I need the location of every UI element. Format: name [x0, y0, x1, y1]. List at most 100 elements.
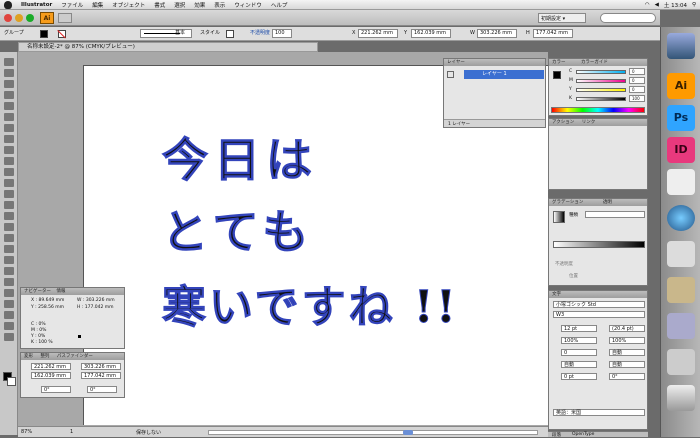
scrollbar-thumb[interactable] — [403, 430, 413, 435]
graph-tool-icon[interactable] — [4, 234, 14, 242]
w-field[interactable]: 303.226 mm — [477, 29, 517, 38]
font-style-dropdown[interactable]: W3 — [553, 311, 645, 318]
eraser-tool-icon[interactable] — [4, 168, 14, 176]
yellow-slider[interactable] — [576, 88, 626, 92]
close-window-button[interactable] — [4, 14, 12, 22]
color-fill-swatch[interactable] — [553, 71, 561, 79]
layers-panel-tab[interactable]: レイヤー — [444, 59, 545, 66]
indesign-dock-icon[interactable]: ID — [667, 137, 695, 163]
x-field[interactable]: 221.262 mm — [358, 29, 398, 38]
kerning-field[interactable]: 自動 — [609, 349, 645, 356]
character-panel-tab[interactable]: 文字 — [549, 291, 647, 298]
graphic-style-swatch[interactable] — [226, 30, 234, 38]
font-size-field[interactable]: 12 pt — [561, 325, 597, 332]
bridge-button[interactable] — [58, 13, 72, 23]
paragraph-tab[interactable]: 段落 — [552, 432, 561, 438]
transform-x-field[interactable]: 221.262 mm — [31, 363, 71, 370]
actions-tab[interactable]: アクション — [552, 120, 574, 125]
wifi-icon[interactable]: ◠ — [645, 2, 650, 8]
cyan-slider[interactable] — [576, 70, 626, 74]
photoshop-dock-icon[interactable]: Ps — [667, 105, 695, 131]
transparency-tab[interactable]: 透明 — [603, 200, 612, 205]
zoom-tool-icon[interactable] — [4, 333, 14, 341]
rectangle-tool-icon[interactable] — [4, 124, 14, 132]
color-guide-tab[interactable]: カラーガイド — [581, 60, 608, 65]
slice-tool-icon[interactable] — [4, 311, 14, 319]
zoom-level[interactable]: 87% — [21, 429, 32, 435]
free-transform-tool-icon[interactable] — [4, 212, 14, 220]
horizontal-scale-field[interactable]: 100% — [561, 337, 597, 344]
mail-icon[interactable] — [667, 241, 695, 267]
pen-tool-icon[interactable] — [4, 91, 14, 99]
language-dropdown[interactable]: 英語：米国 — [553, 409, 645, 416]
minimize-window-button[interactable] — [15, 14, 23, 22]
acrobat-icon[interactable] — [667, 169, 695, 195]
transform-w-field[interactable]: 303.226 mm — [81, 363, 121, 370]
zoom-window-button[interactable] — [26, 14, 34, 22]
opentype-tab[interactable]: OpenType — [572, 432, 594, 437]
gradient-type-dropdown[interactable] — [585, 211, 645, 218]
blob-brush-tool-icon[interactable] — [4, 157, 14, 165]
fill-swatch[interactable] — [40, 30, 48, 38]
links-tab[interactable]: リンク — [582, 120, 596, 125]
warp-tool-icon[interactable] — [4, 201, 14, 209]
magenta-slider[interactable] — [576, 79, 626, 83]
vertical-scale-field[interactable]: 100% — [609, 337, 645, 344]
artboard-number[interactable]: 1 — [70, 429, 73, 435]
menu-edit[interactable]: 編集 — [92, 1, 103, 9]
pencil-tool-icon[interactable] — [4, 146, 14, 154]
live-paint-tool-icon[interactable] — [4, 289, 14, 297]
gradient-tab[interactable]: グラデーション — [552, 200, 583, 205]
layer-row[interactable]: レイヤー 1 — [464, 70, 544, 79]
opacity-label[interactable]: 不透明度 — [250, 29, 270, 38]
menu-app[interactable]: Illustrator — [21, 2, 52, 8]
workspace-switcher[interactable]: 初期設定 ▾ — [538, 13, 586, 23]
y-field[interactable]: 162.039 mm — [411, 29, 451, 38]
cyan-field[interactable]: 0 — [629, 68, 645, 75]
spotlight-icon[interactable]: ⚲ — [692, 2, 696, 8]
aki-field[interactable]: 自動 — [609, 361, 645, 368]
tracking-field[interactable]: 0 — [561, 349, 597, 356]
font-family-dropdown[interactable]: 小塚ゴシック Std — [553, 301, 645, 308]
finder-icon[interactable] — [667, 33, 695, 59]
menu-help[interactable]: ヘルプ — [271, 1, 288, 9]
info-tab[interactable]: 情報 — [56, 289, 65, 294]
menu-file[interactable]: ファイル — [61, 1, 83, 9]
eyedropper-tool-icon[interactable] — [4, 267, 14, 275]
menu-effect[interactable]: 効果 — [194, 1, 205, 9]
menu-select[interactable]: 選択 — [174, 1, 185, 9]
save-status[interactable]: 保存しない — [136, 429, 161, 436]
help-search-input[interactable] — [600, 13, 656, 23]
baseline-shift-field[interactable]: 0 pt — [561, 373, 597, 380]
h-field[interactable]: 177.042 mm — [533, 29, 573, 38]
shear-field[interactable]: 0° — [87, 386, 117, 393]
documents-stack-icon[interactable] — [667, 349, 695, 375]
volume-icon[interactable]: ◀ — [655, 2, 659, 8]
preview-icon[interactable] — [667, 277, 695, 303]
character-rotation-field[interactable]: 0° — [609, 373, 645, 380]
black-field[interactable]: 100 — [629, 95, 645, 102]
leading-field[interactable]: (20.4 pt) — [609, 325, 645, 332]
rotation-field[interactable]: 0° — [41, 386, 71, 393]
color-spectrum-bar[interactable] — [551, 107, 645, 113]
artboard-tool-icon[interactable] — [4, 300, 14, 308]
line-tool-icon[interactable] — [4, 113, 14, 121]
toolbox-stroke-swatch[interactable] — [7, 377, 16, 386]
transform-y-field[interactable]: 162.039 mm — [31, 372, 71, 379]
blend-tool-icon[interactable] — [4, 278, 14, 286]
magenta-field[interactable]: 0 — [629, 77, 645, 84]
type-tool-icon[interactable] — [4, 102, 14, 110]
yellow-field[interactable]: 0 — [629, 86, 645, 93]
headline-line-1[interactable]: 今日は — [162, 124, 318, 190]
selection-tool-icon[interactable] — [4, 58, 14, 66]
color-tab[interactable]: カラー — [552, 60, 566, 65]
tsume-field[interactable]: 自動 — [561, 361, 597, 368]
pathfinder-tab[interactable]: パスファインダー — [57, 354, 93, 359]
gradient-tool-icon[interactable] — [4, 256, 14, 264]
headline-line-3[interactable]: 寒いですね !! — [162, 271, 459, 335]
navigator-tab[interactable]: ナビゲーター — [24, 289, 51, 294]
visibility-eye-icon[interactable] — [447, 71, 454, 78]
illustrator-dock-icon[interactable]: Ai — [667, 73, 695, 99]
system-preferences-icon[interactable] — [667, 313, 695, 339]
clock[interactable]: 土 13:04 — [664, 1, 687, 9]
